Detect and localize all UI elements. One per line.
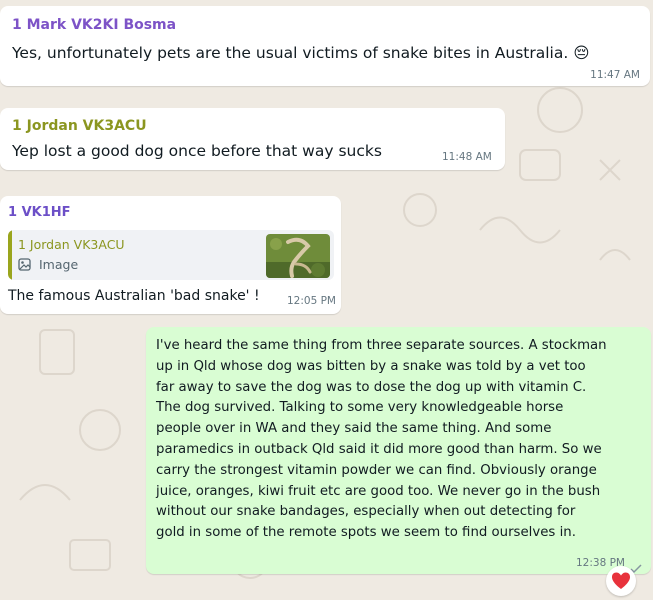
heart-reaction[interactable]	[606, 566, 636, 596]
message-text: Yes, unfortunately pets are the usual vi…	[12, 44, 589, 62]
quoted-sender: 1 Jordan VK3ACU	[18, 237, 125, 252]
message-line: up in Qld whose dog was bitten by a snak…	[156, 358, 586, 374]
message-timestamp: 11:47 AM	[590, 69, 640, 81]
message-line: carry the strongest vitamin powder we ca…	[156, 462, 597, 478]
message-line: I've heard the same thing from three sep…	[156, 338, 607, 353]
image-icon	[18, 257, 39, 272]
message-line: The dog survived. Talking to some very k…	[156, 400, 564, 416]
message-bubble[interactable]: 1 Mark VK2KI Bosma Yes, unfortunately pe…	[0, 6, 650, 86]
message-text-body: Yes, unfortunately pets are the usual vi…	[12, 44, 569, 62]
message-text: I've heard the same thing from three sep…	[156, 336, 607, 544]
message-sender[interactable]: 1 Mark VK2KI Bosma	[12, 17, 176, 33]
outgoing-message-bubble[interactable]: I've heard the same thing from three sep…	[146, 327, 651, 574]
message-text: The famous Australian 'bad snake' !	[8, 288, 260, 304]
quoted-image-thumbnail[interactable]	[266, 234, 330, 278]
quote-accent-bar	[8, 230, 12, 280]
message-line: paramedics in outback Qld said it did mo…	[156, 441, 602, 457]
message-line: people over in WA and they said the same…	[156, 421, 552, 437]
message-sender[interactable]: 1 Jordan VK3ACU	[12, 118, 147, 134]
message-bubble[interactable]: 1 Jordan VK3ACU Yep lost a good dog once…	[0, 108, 505, 170]
message-line: without our snake bandages, especially w…	[156, 504, 576, 520]
message-timestamp: 11:48 AM	[442, 151, 492, 163]
quoted-type-label: Image	[38, 257, 79, 272]
message-timestamp: 12:05 PM	[287, 295, 336, 307]
message-line: juice, oranges, kiwi fruit etc are good …	[156, 483, 601, 499]
emoji: 😔	[573, 44, 590, 62]
message-sender[interactable]: 1 VK1HF	[8, 205, 71, 220]
quoted-message[interactable]: 1 Jordan VK3ACU Image	[8, 230, 334, 280]
message-line: far away to save the dog was to dose the…	[156, 379, 587, 395]
message-bubble[interactable]: 1 VK1HF 1 Jordan VK3ACU Image The famous…	[0, 196, 341, 314]
message-text: Yep lost a good dog once before that way…	[12, 142, 382, 160]
heart-icon	[612, 572, 630, 589]
message-line: gold in some of the remote spots we seem…	[156, 525, 576, 541]
quoted-type: Image	[18, 257, 78, 272]
